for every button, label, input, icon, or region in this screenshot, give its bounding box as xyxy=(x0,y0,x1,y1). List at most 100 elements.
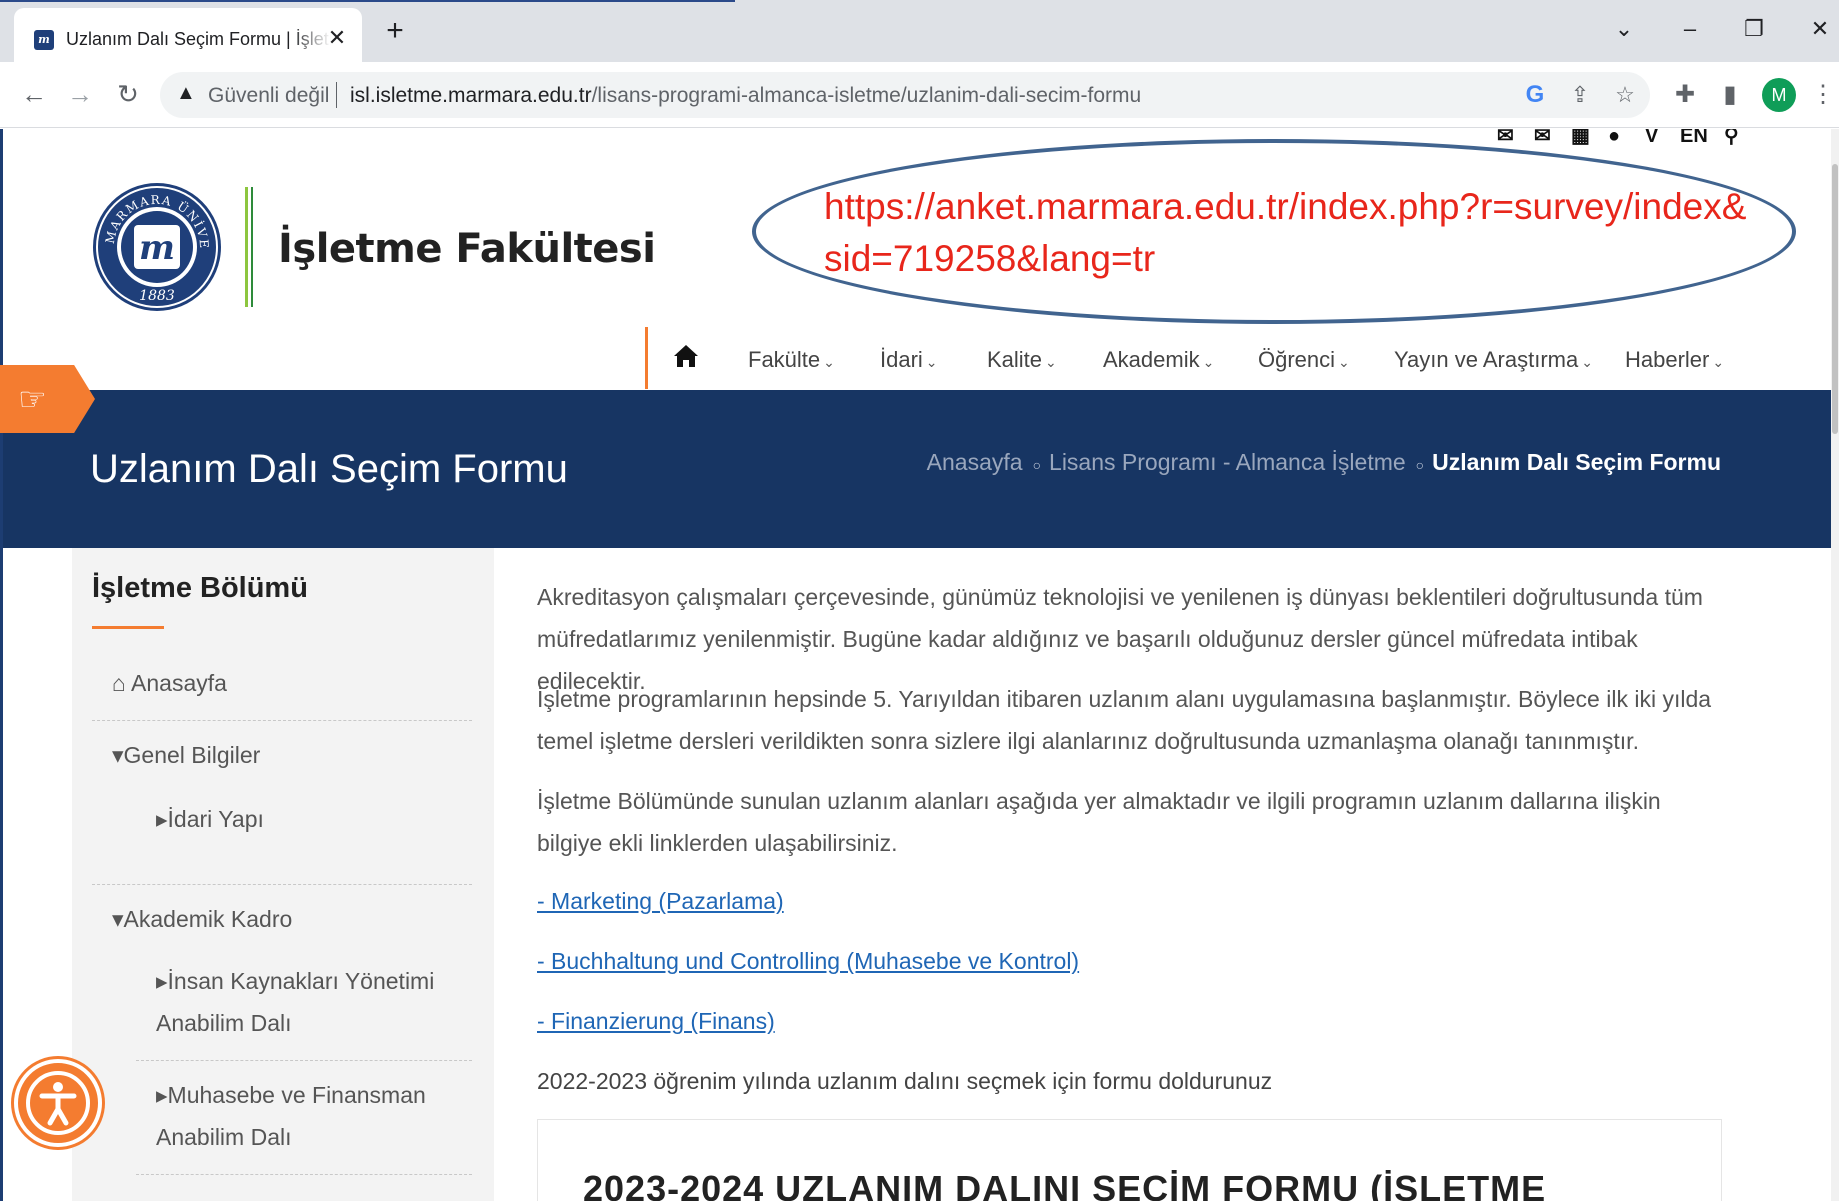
home-icon[interactable] xyxy=(671,341,703,373)
extensions-puzzle-icon[interactable]: ✚ xyxy=(1668,78,1702,112)
sidebar: İşletme Bölümü ⌂ Anasayfa ▾Genel Bilgile… xyxy=(72,548,494,1201)
nav-item-label: Fakülte xyxy=(748,347,821,372)
chevron-down-icon: ⌄ xyxy=(925,354,938,370)
accessibility-person-icon xyxy=(26,1071,90,1135)
form-instruction: 2022-2023 öğrenim yılında uzlanım dalını… xyxy=(537,1068,1273,1094)
profile-avatar[interactable]: M xyxy=(1762,78,1796,112)
nav-item-idari[interactable]: İdari ⌄ xyxy=(880,347,938,373)
tab-title: Uzlanım Dalı Seçim Formu | İşletme xyxy=(66,29,331,49)
window-close-icon[interactable]: ✕ xyxy=(1800,12,1839,46)
page-scrollbar[interactable] xyxy=(1831,129,1839,1201)
search-icon[interactable]: ⚲ xyxy=(1724,129,1739,147)
nav-item-fakulte[interactable]: Fakülte ⌄ xyxy=(748,347,835,373)
breadcrumb-separator-icon: ○ xyxy=(1032,457,1042,473)
nav-item-haberler[interactable]: Haberler ⌄ xyxy=(1625,347,1724,373)
home-icon: ⌂ xyxy=(112,670,132,696)
mail-outline-icon[interactable]: ✉ xyxy=(1497,129,1514,147)
side-panel-icon[interactable]: ▮ xyxy=(1713,78,1747,112)
breadcrumb-separator-icon: ○ xyxy=(1415,457,1425,473)
chevron-down-icon: ⌄ xyxy=(1712,354,1725,370)
sidebar-item-label: İdari Yapı xyxy=(167,806,264,832)
faculty-name[interactable]: İşletme Fakültesi xyxy=(278,226,656,272)
sidebar-item-label: Anasayfa xyxy=(131,670,227,696)
caret-down-icon: ▾ xyxy=(112,906,124,932)
link-finanzierung[interactable]: - Finanzierung (Finans) xyxy=(537,1008,775,1035)
tab-search-chevron-icon[interactable]: ⌄ xyxy=(1604,12,1644,46)
brand-divider-dark xyxy=(251,187,253,307)
forward-arrow-icon[interactable]: → xyxy=(62,76,98,112)
nav-item-label: Yayın ve Araştırma xyxy=(1394,347,1579,372)
annotation-survey-url: https://anket.marmara.edu.tr/index.php?r… xyxy=(824,186,1747,279)
language-switch-en[interactable]: EN xyxy=(1680,129,1708,147)
nav-item-kalite[interactable]: Kalite ⌄ xyxy=(987,347,1057,373)
sidebar-heading: İşletme Bölümü xyxy=(92,572,308,604)
mail-filled-icon[interactable]: ✉ xyxy=(1534,129,1551,147)
not-secure-warning-icon[interactable]: ▲ xyxy=(176,82,196,105)
sidebar-item-label: Akademik Kadro xyxy=(123,906,293,932)
browser-menu-icon[interactable]: ⋮ xyxy=(1806,78,1839,112)
sidebar-divider xyxy=(92,884,472,885)
share-icon[interactable]: ⇪ xyxy=(1565,80,1595,110)
v-icon[interactable]: V xyxy=(1645,129,1658,147)
scrollbar-thumb[interactable] xyxy=(1832,164,1838,434)
reload-icon[interactable]: ↻ xyxy=(110,76,146,112)
chevron-down-icon: ⌄ xyxy=(1045,354,1057,370)
new-tab-button[interactable]: + xyxy=(378,14,412,48)
marmara-university-seal-logo[interactable]: m MARMARA ÜNİVERSİTESİ 1883 xyxy=(87,155,222,327)
security-label[interactable]: Güvenli değil xyxy=(208,84,329,108)
embedded-form[interactable]: 2023-2024 UZLANIM DALINI SEÇİM FORMU (İŞ… xyxy=(537,1119,1722,1201)
sidebar-item-genel-bilgiler[interactable]: ▾Genel Bilgiler xyxy=(112,742,260,769)
left-edge-bar xyxy=(0,129,3,1201)
sidebar-heading-underline xyxy=(92,626,164,629)
nav-item-yayin[interactable]: Yayın ve Araştırma ⌄ xyxy=(1394,347,1593,373)
caret-down-icon: ▾ xyxy=(112,742,124,768)
sidebar-divider xyxy=(92,720,472,721)
accessibility-button[interactable] xyxy=(14,1059,102,1147)
url-path: /lisans-programi-almanca-isletme/uzlanim… xyxy=(591,84,1142,107)
breadcrumb-program[interactable]: Lisans Programı - Almanca İşletme xyxy=(1049,449,1406,475)
address-bar[interactable]: ▲ Güvenli değil isl.isletme.marmara.edu.… xyxy=(160,72,1650,118)
link-buchhaltung[interactable]: - Buchhaltung und Controlling (Muhasebe … xyxy=(537,948,1079,975)
caret-right-icon: ▸ xyxy=(156,806,168,832)
sidebar-item-insan-kaynaklari[interactable]: ▸İnsan Kaynakları Yönetimi Anabilim Dalı xyxy=(156,960,456,1044)
breadcrumb: Anasayfa ○ Lisans Programı - Almanca İşlet… xyxy=(927,449,1721,476)
sidebar-divider xyxy=(136,1060,472,1061)
browser-tab-active[interactable]: m Uzlanım Dalı Seçim Formu | İşletme ✕ xyxy=(14,8,362,62)
sidebar-item-akademik-kadro[interactable]: ▾Akademik Kadro xyxy=(112,906,292,933)
link-marketing[interactable]: - Marketing (Pazarlama) xyxy=(537,888,784,915)
back-arrow-icon[interactable]: ← xyxy=(16,76,52,112)
sidebar-item-label: İnsan Kaynakları Yönetimi Anabilim Dalı xyxy=(156,968,435,1036)
sidebar-item-idari-yapi[interactable]: ▸İdari Yapı xyxy=(156,806,264,833)
page-viewport: ✉ ✉ ▦ ● V EN ⚲ m MARMARA ÜNİVERSİTESİ 18… xyxy=(0,129,1839,1201)
sidebar-divider xyxy=(136,1174,472,1175)
chevron-down-icon: ⌄ xyxy=(823,354,835,370)
intro-paragraph-2: İşletme programlarının hepsinde 5. Yarıy… xyxy=(537,686,1712,754)
nav-item-label: İdari xyxy=(880,347,923,372)
nav-item-akademik[interactable]: Akademik ⌄ xyxy=(1103,347,1214,373)
sidebar-item-muhasebe-finansman[interactable]: ▸Muhasebe ve Finansman Anabilim Dalı xyxy=(156,1074,456,1158)
breadcrumb-home[interactable]: Anasayfa xyxy=(927,449,1023,475)
sidebar-item-anasayfa[interactable]: ⌂ Anasayfa xyxy=(112,670,227,697)
sidebar-item-label: Genel Bilgiler xyxy=(123,742,261,768)
calendar-grid-icon[interactable]: ▦ xyxy=(1571,129,1590,147)
logo-year: 1883 xyxy=(139,288,175,304)
nav-item-label: Öğrenci xyxy=(1258,347,1336,372)
browser-toolbar: ← → ↻ ▲ Güvenli değil isl.isletme.marmar… xyxy=(0,62,1839,128)
minimize-icon[interactable]: – xyxy=(1670,12,1710,46)
caret-right-icon: ▸ xyxy=(156,968,168,994)
tab-close-icon[interactable]: ✕ xyxy=(324,25,350,51)
svg-text:m: m xyxy=(139,228,175,268)
url-text[interactable]: isl.isletme.marmara.edu.tr/lisans-progra… xyxy=(350,84,1141,108)
nav-item-ogrenci[interactable]: Öğrenci ⌄ xyxy=(1258,347,1350,373)
bookmark-star-icon[interactable]: ☆ xyxy=(1610,80,1640,110)
nav-accent-bar xyxy=(645,327,648,389)
caret-right-icon: ▸ xyxy=(156,1082,168,1108)
globe-icon[interactable]: ● xyxy=(1608,129,1620,147)
nav-item-label: Akademik xyxy=(1103,347,1200,372)
brand-divider-light xyxy=(245,187,248,307)
google-lens-icon[interactable]: G xyxy=(1520,80,1550,110)
tab-strip: m Uzlanım Dalı Seçim Formu | İşletme ✕ +… xyxy=(0,0,1839,62)
restore-icon[interactable]: ❐ xyxy=(1734,12,1774,46)
main-nav: Fakülte ⌄ İdari ⌄ Kalite ⌄ Akademik ⌄ Öğrenc… xyxy=(645,327,1745,389)
nav-item-label: Kalite xyxy=(987,347,1043,372)
